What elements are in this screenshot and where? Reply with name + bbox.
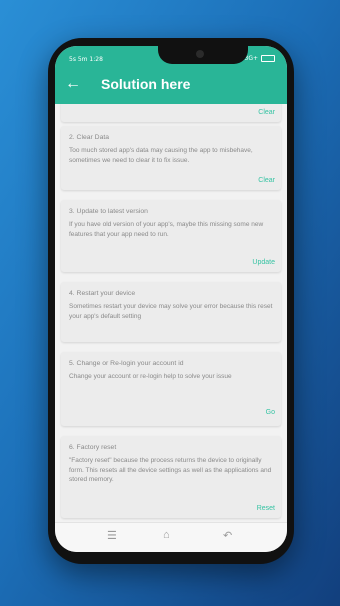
card-description: "Factory reset" because the process retu… — [69, 457, 272, 483]
card-title: 6. Factory reset — [69, 444, 117, 451]
page-title: Solution here — [101, 76, 191, 92]
menu-icon[interactable]: ☰ — [107, 529, 117, 542]
reset-button[interactable]: Reset — [257, 505, 275, 512]
battery-icon — [261, 55, 275, 62]
card-description: Sometimes restart your device may solve … — [69, 303, 273, 320]
card-title: 4. Restart your device — [69, 290, 136, 297]
solution-card-6: 6. Factory reset "Factory reset" because… — [61, 436, 281, 518]
solution-card-5: 5. Change or Re-login your account id Ch… — [61, 352, 281, 426]
phone-screen: 5s 5m 1:28 3G+ ← Solution here Clear 2. … — [55, 46, 287, 552]
solutions-list[interactable]: Clear 2. Clear Data Too much stored app'… — [55, 104, 287, 522]
system-nav-bar: ☰ ⌂ ↶ — [55, 522, 287, 552]
card-title: 2. Clear Data — [69, 134, 110, 141]
card-description: If you have old version of your app's, m… — [69, 221, 264, 238]
card-title: 5. Change or Re-login your account id — [69, 360, 184, 367]
solution-card-2: 2. Clear Data Too much stored app's data… — [61, 126, 281, 190]
solution-card-3: 3. Update to latest version If you have … — [61, 200, 281, 272]
card-title: 3. Update to latest version — [69, 208, 148, 215]
card-description: Too much stored app's data may causing t… — [69, 147, 253, 164]
go-button[interactable]: Go — [266, 409, 275, 416]
solution-card-1: Clear — [61, 104, 281, 122]
status-time: 5s 5m 1:28 — [69, 56, 103, 63]
status-right: 3G+ — [245, 55, 275, 62]
card-description: Change your account or re-login help to … — [69, 373, 232, 380]
app-bar: ← Solution here — [55, 66, 287, 104]
clear-data-button[interactable]: Clear — [258, 177, 275, 184]
clear-cache-button[interactable]: Clear — [258, 109, 275, 116]
home-icon[interactable]: ⌂ — [163, 529, 170, 541]
camera-icon — [196, 50, 204, 58]
back-icon[interactable]: ↶ — [223, 529, 232, 542]
solution-card-4: 4. Restart your device Sometimes restart… — [61, 282, 281, 342]
notch — [158, 46, 248, 64]
arrow-left-icon[interactable]: ← — [65, 74, 81, 94]
update-button[interactable]: Update — [252, 259, 275, 266]
